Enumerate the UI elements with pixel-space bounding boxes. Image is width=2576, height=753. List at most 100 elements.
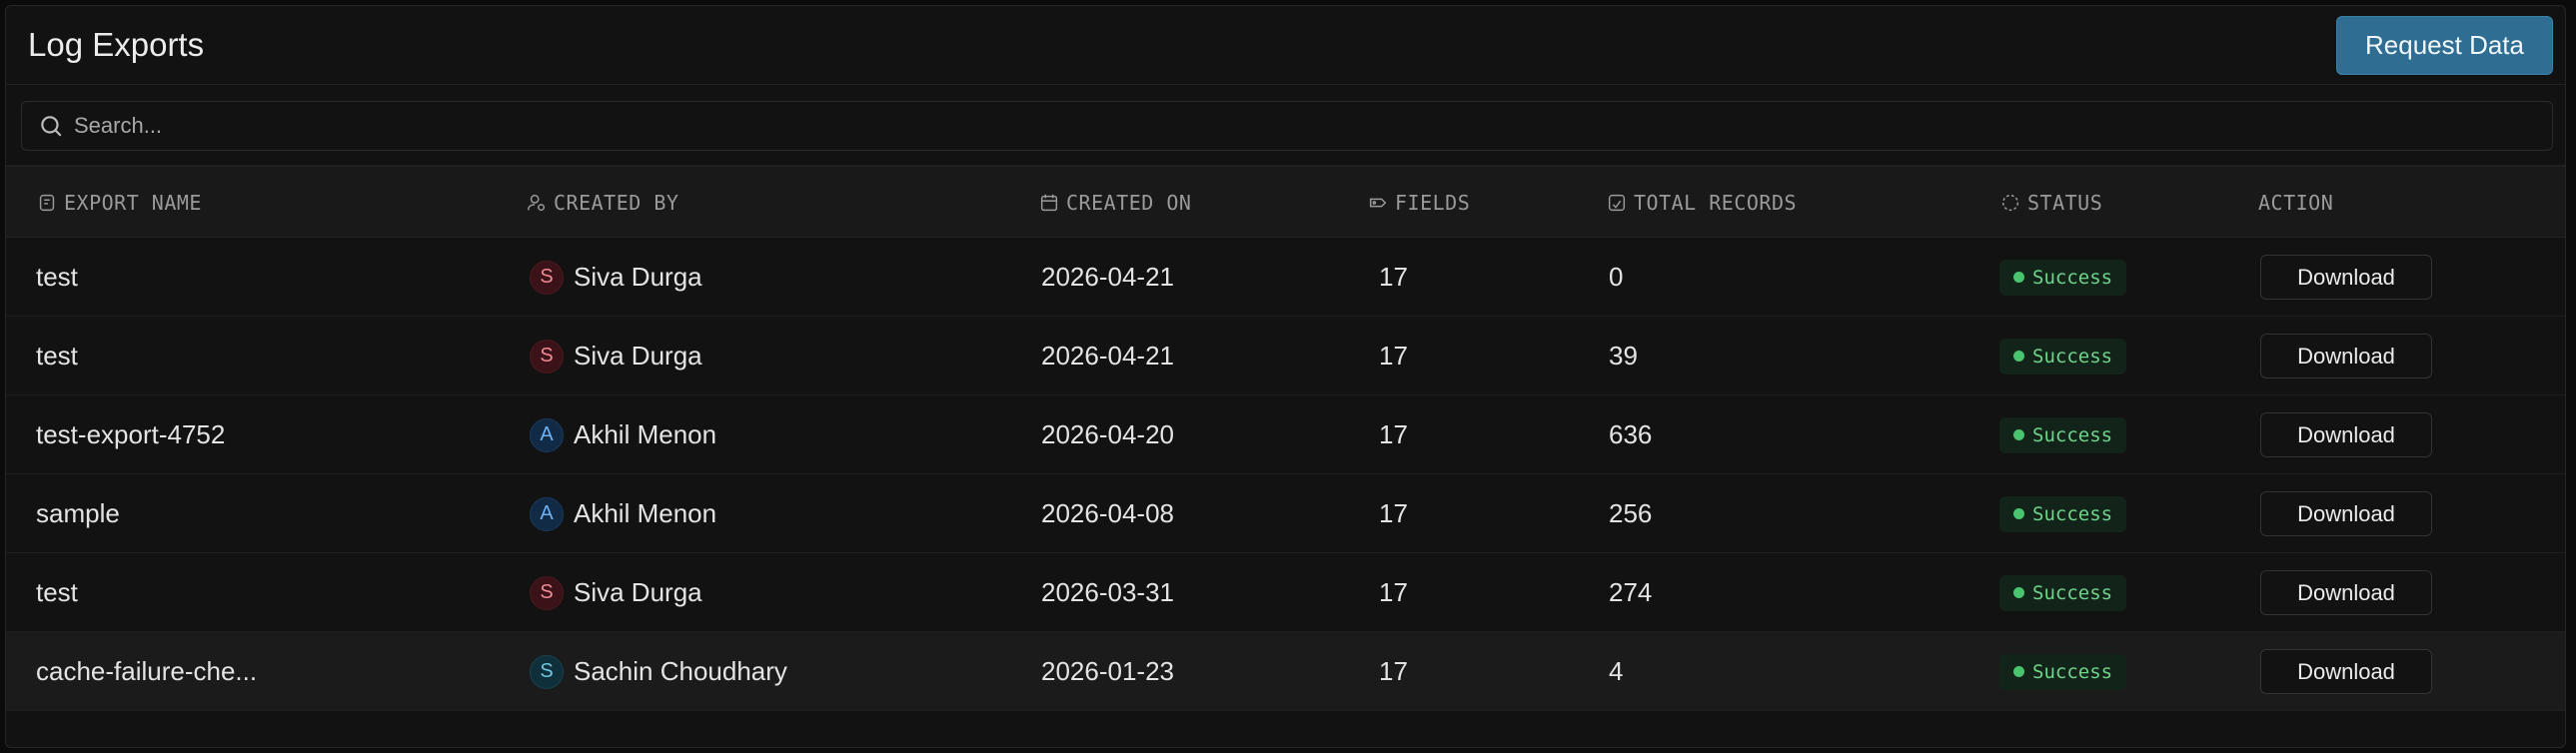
created-by: S Sachin Choudhary: [530, 632, 787, 711]
table-row[interactable]: test S Siva Durga 2026-04-21 17 39 Succe…: [6, 317, 2565, 395]
created-by: S Siva Durga: [530, 317, 702, 395]
user-name: Sachin Choudhary: [574, 656, 787, 686]
status-text: Success: [2032, 660, 2113, 683]
total-records: 0: [1609, 262, 1624, 292]
created-on: 2026-01-23: [1041, 656, 1174, 686]
total-records: 4: [1609, 656, 1624, 686]
user-name: Siva Durga: [574, 262, 702, 292]
table-row[interactable]: cache-failure-che... S Sachin Choudhary …: [6, 632, 2565, 711]
download-button[interactable]: Download: [2260, 412, 2432, 457]
user-name: Siva Durga: [574, 341, 702, 371]
column-total-records: TOTAL RECORDS: [1606, 167, 1797, 239]
action-cell: Download: [2260, 474, 2432, 553]
column-fields-label: FIELDS: [1395, 191, 1471, 215]
avatar: S: [530, 260, 564, 295]
table-row[interactable]: test S Siva Durga 2026-04-21 17 0 Succes…: [6, 238, 2565, 317]
table-row[interactable]: test-export-4752 A Akhil Menon 2026-04-2…: [6, 395, 2565, 474]
download-button[interactable]: Download: [2260, 255, 2432, 300]
export-name: sample: [36, 498, 120, 528]
download-button[interactable]: Download: [2260, 649, 2432, 694]
created-by: A Akhil Menon: [530, 395, 716, 474]
status-cell: Success: [1999, 317, 2127, 395]
status-text: Success: [2032, 266, 2113, 289]
export-name: cache-failure-che...: [36, 656, 258, 686]
search-input[interactable]: [74, 113, 2552, 139]
export-name: test-export-4752: [36, 419, 226, 449]
status-badge: Success: [1999, 653, 2127, 690]
action-cell: Download: [2260, 238, 2432, 317]
status-dot-icon: [2013, 508, 2024, 519]
export-name: test: [36, 341, 78, 371]
total-records: 256: [1609, 498, 1653, 528]
status-dot-icon: [2013, 587, 2024, 598]
table-row[interactable]: sample A Akhil Menon 2026-04-08 17 256 S…: [6, 474, 2565, 553]
download-button[interactable]: Download: [2260, 491, 2432, 536]
export-name: test: [36, 262, 78, 292]
exports-table: EXPORT NAME CREATED BY CREATED ON FIELDS…: [6, 166, 2565, 711]
status-badge: Success: [1999, 416, 2127, 453]
created-by: S Siva Durga: [530, 553, 702, 632]
request-data-button[interactable]: Request Data: [2336, 15, 2553, 75]
column-created-on-label: CREATED ON: [1066, 191, 1192, 215]
fields-count: 17: [1379, 498, 1408, 528]
page-title: Log Exports: [28, 26, 205, 63]
status-cell: Success: [1999, 474, 2127, 553]
status-text: Success: [2032, 423, 2113, 446]
created-on: 2026-04-21: [1041, 341, 1174, 371]
user-gear-icon: [528, 194, 546, 212]
status-cell: Success: [1999, 553, 2127, 632]
avatar: A: [530, 417, 564, 452]
created-on: 2026-04-20: [1041, 419, 1174, 449]
tag-icon: [1369, 198, 1387, 208]
total-records: 274: [1609, 577, 1653, 607]
page-header: Log Exports Request Data: [6, 6, 2565, 85]
search-bar: [6, 85, 2565, 166]
search-icon: [41, 116, 62, 137]
status-dot-icon: [2013, 666, 2024, 677]
status-text: Success: [2032, 345, 2113, 368]
avatar: S: [530, 339, 564, 374]
action-cell: Download: [2260, 553, 2432, 632]
column-created-on: CREATED ON: [1038, 167, 1191, 239]
created-on: 2026-03-31: [1041, 577, 1174, 607]
status-dot-icon: [2013, 272, 2024, 283]
created-by: S Siva Durga: [530, 238, 702, 317]
fields-count: 17: [1379, 341, 1408, 371]
status-cell: Success: [1999, 632, 2127, 711]
export-icon: [39, 194, 55, 212]
total-records: 636: [1609, 419, 1653, 449]
avatar: S: [530, 575, 564, 610]
records-icon: [1608, 194, 1626, 212]
loader-icon: [2001, 194, 2019, 212]
status-dot-icon: [2013, 351, 2024, 362]
user-name: Akhil Menon: [574, 498, 717, 528]
column-created-by-label: CREATED BY: [554, 191, 679, 215]
fields-count: 17: [1379, 577, 1408, 607]
fields-count: 17: [1379, 656, 1408, 686]
download-button[interactable]: Download: [2260, 334, 2432, 378]
search-box[interactable]: [21, 101, 2553, 151]
avatar: A: [530, 496, 564, 531]
column-export-name: EXPORT NAME: [36, 167, 202, 239]
user-name: Akhil Menon: [574, 419, 717, 449]
calendar-icon: [1040, 194, 1058, 212]
status-text: Success: [2032, 502, 2113, 525]
download-button[interactable]: Download: [2260, 570, 2432, 615]
table-header: EXPORT NAME CREATED BY CREATED ON FIELDS…: [6, 166, 2565, 238]
action-cell: Download: [2260, 632, 2432, 711]
created-on: 2026-04-08: [1041, 498, 1174, 528]
action-cell: Download: [2260, 317, 2432, 395]
table-row[interactable]: test S Siva Durga 2026-03-31 17 274 Succ…: [6, 553, 2565, 632]
fields-count: 17: [1379, 419, 1408, 449]
column-export-name-label: EXPORT NAME: [64, 191, 202, 215]
status-badge: Success: [1999, 259, 2127, 296]
created-by: A Akhil Menon: [530, 474, 716, 553]
log-exports-panel: Log Exports Request Data EXPORT NAME CRE…: [5, 5, 2566, 748]
status-cell: Success: [1999, 238, 2127, 317]
status-cell: Success: [1999, 395, 2127, 474]
column-total-records-label: TOTAL RECORDS: [1634, 191, 1798, 215]
column-action: ACTION: [2258, 167, 2333, 239]
column-fields: FIELDS: [1367, 167, 1470, 239]
total-records: 39: [1609, 341, 1638, 371]
user-name: Siva Durga: [574, 577, 702, 607]
